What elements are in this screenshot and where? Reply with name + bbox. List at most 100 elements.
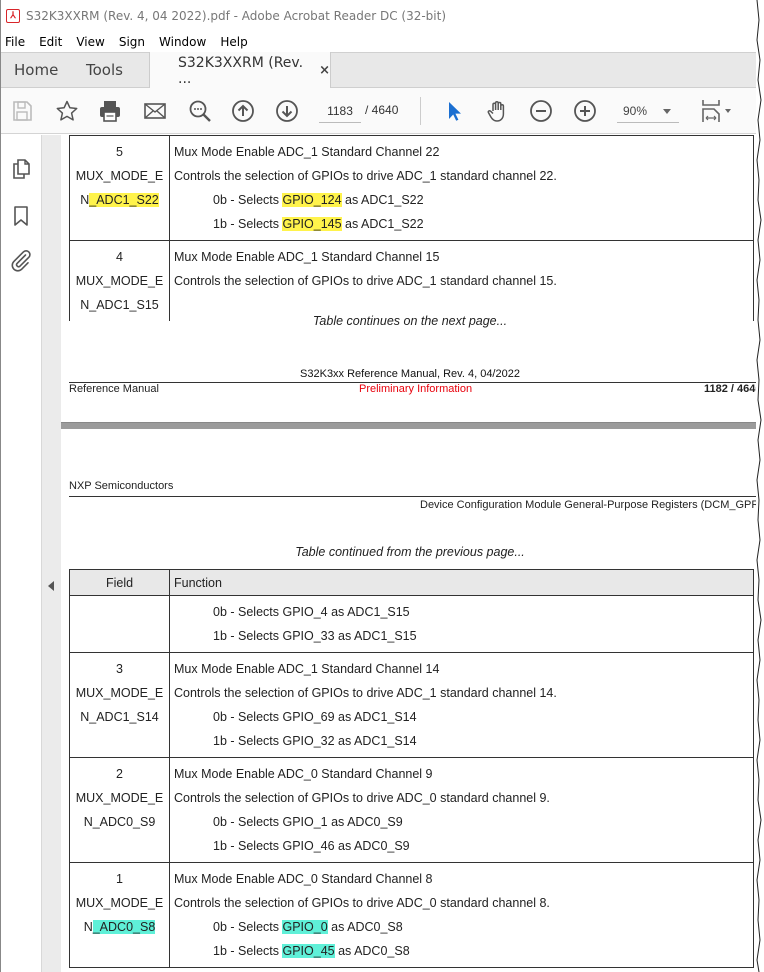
option-text: as ADC1_S22 bbox=[341, 217, 424, 231]
field-name-line2: N_ADC1_S14 bbox=[80, 710, 159, 724]
acrobat-window: ⅄ S32K3XXRM (Rev. 4, 04 2022).pdf - Adob… bbox=[0, 0, 758, 972]
table-row: 0b - Selects GPIO_4 as ADC1_S15 1b - Sel… bbox=[69, 595, 754, 653]
hand-tool-icon[interactable] bbox=[484, 98, 510, 124]
option-text: as ADC1_S22 bbox=[341, 193, 424, 207]
tab-tools[interactable]: Tools bbox=[86, 53, 123, 88]
title-bar: ⅄ S32K3XXRM (Rev. 4, 04 2022).pdf - Adob… bbox=[1, 0, 758, 31]
field-name-line2: N_ADC0_S8 bbox=[72, 915, 167, 939]
window-title: S32K3XXRM (Rev. 4, 04 2022).pdf - Adobe … bbox=[26, 8, 447, 23]
menu-bar: File Edit View Sign Window Help bbox=[1, 31, 758, 52]
table-row: 3 MUX_MODE_E N_ADC1_S14 Mux Mode Enable … bbox=[69, 652, 754, 758]
page-header-company: NXP Semiconductors bbox=[69, 480, 174, 492]
save-icon[interactable] bbox=[9, 98, 35, 124]
option-1: 1b - Selects GPIO_45 as ADC0_S8 bbox=[174, 939, 749, 963]
function-cell: 0b - Selects GPIO_4 as ADC1_S15 1b - Sel… bbox=[169, 595, 754, 653]
field-name-line1: MUX_MODE_E bbox=[75, 791, 164, 805]
field-name-line1: MUX_MODE_E bbox=[75, 896, 164, 910]
option-0: 0b - Selects GPIO_4 as ADC1_S15 bbox=[213, 605, 410, 619]
field-cell: 4 MUX_MODE_E N_ADC1_S15 bbox=[69, 240, 170, 321]
table-continues-note: Table continues on the next page... bbox=[312, 314, 508, 328]
tab-document[interactable]: S32K3XXRM (Rev. ... × bbox=[149, 52, 331, 89]
document-viewport: 5 MUX_MODE_E N_ADC1_S22 Mux Mode Enable … bbox=[61, 135, 758, 972]
function-title: Mux Mode Enable ADC_1 Standard Channel 1… bbox=[174, 662, 440, 676]
table-row: 2 MUX_MODE_E N_ADC0_S9 Mux Mode Enable A… bbox=[69, 757, 754, 863]
highlighted-text: GPIO_0 bbox=[282, 920, 328, 934]
select-tool-icon[interactable] bbox=[441, 98, 467, 124]
table-row: 5 MUX_MODE_E N_ADC1_S22 Mux Mode Enable … bbox=[69, 135, 754, 241]
option-text: 1b - Selects bbox=[213, 944, 283, 958]
field-name-prefix: N bbox=[80, 193, 90, 207]
page-header-section: Device Configuration Module General-Purp… bbox=[420, 499, 758, 511]
field-name-line2: N_ADC0_S9 bbox=[83, 815, 156, 829]
bookmarks-icon[interactable] bbox=[9, 204, 33, 228]
zoom-level-select[interactable]: 90% bbox=[617, 101, 679, 123]
option-1: 1b - Selects GPIO_145 as ADC1_S22 bbox=[174, 212, 749, 236]
function-description: Controls the selection of GPIOs to drive… bbox=[174, 274, 557, 288]
tab-home[interactable]: Home bbox=[14, 53, 58, 88]
option-0: 0b - Selects GPIO_69 as ADC1_S14 bbox=[213, 710, 417, 724]
bookmark-star-icon[interactable] bbox=[54, 98, 80, 124]
field-cell bbox=[69, 595, 170, 653]
pane-gutter bbox=[42, 135, 61, 972]
table-header-row: Field Function bbox=[69, 569, 754, 596]
table-continued-note: Table continued from the previous page..… bbox=[295, 545, 525, 559]
function-title: Mux Mode Enable ADC_1 Standard Channel 2… bbox=[174, 145, 440, 159]
field-name-line1: MUX_MODE_E bbox=[75, 686, 164, 700]
function-title: Mux Mode Enable ADC_0 Standard Channel 9 bbox=[174, 767, 433, 781]
function-cell: Mux Mode Enable ADC_1 Standard Channel 1… bbox=[169, 652, 754, 758]
previous-page-icon[interactable] bbox=[230, 98, 256, 124]
field-cell: 1 MUX_MODE_E N_ADC0_S8 bbox=[69, 862, 170, 968]
menu-window[interactable]: Window bbox=[159, 35, 206, 49]
function-cell: Mux Mode Enable ADC_0 Standard Channel 8… bbox=[169, 862, 754, 968]
option-1: 1b - Selects GPIO_46 as ADC0_S9 bbox=[213, 839, 410, 853]
bit-number: 5 bbox=[116, 145, 123, 159]
function-description: Controls the selection of GPIOs to drive… bbox=[174, 896, 550, 910]
field-cell: 5 MUX_MODE_E N_ADC1_S22 bbox=[69, 135, 170, 241]
function-cell: Mux Mode Enable ADC_1 Standard Channel 1… bbox=[169, 240, 754, 321]
field-name-line1: MUX_MODE_E bbox=[75, 169, 164, 183]
close-tab-icon[interactable]: × bbox=[319, 63, 330, 78]
torn-edge-decoration bbox=[756, 0, 764, 972]
menu-edit[interactable]: Edit bbox=[39, 35, 62, 49]
menu-help[interactable]: Help bbox=[220, 35, 247, 49]
function-cell: Mux Mode Enable ADC_0 Standard Channel 9… bbox=[169, 757, 754, 863]
toolbar-divider bbox=[420, 97, 421, 125]
field-name-line2: N_ADC1_S22 bbox=[72, 188, 167, 212]
highlighted-text: GPIO_145 bbox=[282, 217, 342, 231]
option-text: 0b - Selects bbox=[213, 920, 283, 934]
table-row: 1 MUX_MODE_E N_ADC0_S8 Mux Mode Enable A… bbox=[69, 862, 754, 968]
option-text: as ADC0_S8 bbox=[334, 944, 410, 958]
option-1: 1b - Selects GPIO_33 as ADC1_S15 bbox=[213, 629, 417, 643]
manual-title-footer: S32K3xx Reference Manual, Rev. 4, 04/202… bbox=[300, 368, 520, 380]
function-description: Controls the selection of GPIOs to drive… bbox=[174, 686, 557, 700]
menu-sign[interactable]: Sign bbox=[119, 35, 145, 49]
find-icon[interactable] bbox=[187, 98, 213, 124]
highlighted-text: GPIO_45 bbox=[282, 944, 335, 958]
function-description: Controls the selection of GPIOs to drive… bbox=[174, 791, 550, 805]
function-title: Mux Mode Enable ADC_0 Standard Channel 8 bbox=[174, 872, 433, 886]
zoom-in-icon[interactable] bbox=[572, 98, 598, 124]
email-icon[interactable] bbox=[142, 98, 168, 124]
footer-preliminary: Preliminary Information bbox=[359, 383, 473, 395]
attachments-icon[interactable] bbox=[9, 248, 33, 272]
column-header-function: Function bbox=[169, 569, 754, 596]
page-fit-icon[interactable] bbox=[698, 98, 736, 124]
navigation-pane bbox=[1, 135, 42, 972]
page-number-input[interactable]: 1183 bbox=[319, 101, 361, 123]
field-name-line1: MUX_MODE_E bbox=[75, 274, 164, 288]
menu-file[interactable]: File bbox=[5, 35, 25, 49]
field-cell: 2 MUX_MODE_E N_ADC0_S9 bbox=[69, 757, 170, 863]
register-field-table-page1: 5 MUX_MODE_E N_ADC1_S22 Mux Mode Enable … bbox=[69, 135, 754, 321]
column-header-field: Field bbox=[69, 569, 170, 596]
register-field-table-page2: Field Function 0b - Selects GPIO_4 as AD… bbox=[69, 569, 754, 968]
zoom-out-icon[interactable] bbox=[528, 98, 554, 124]
menu-view[interactable]: View bbox=[76, 35, 104, 49]
tab-bar: Home Tools S32K3XXRM (Rev. ... × bbox=[1, 52, 758, 89]
zoom-level-value: 90% bbox=[623, 104, 648, 118]
next-page-icon[interactable] bbox=[274, 98, 300, 124]
page-thumbnails-icon[interactable] bbox=[9, 157, 33, 181]
expand-pane-arrow-icon[interactable] bbox=[48, 581, 54, 591]
print-icon[interactable] bbox=[97, 98, 123, 124]
highlighted-text: GPIO_124 bbox=[282, 193, 342, 207]
option-text: 1b - Selects bbox=[213, 217, 283, 231]
